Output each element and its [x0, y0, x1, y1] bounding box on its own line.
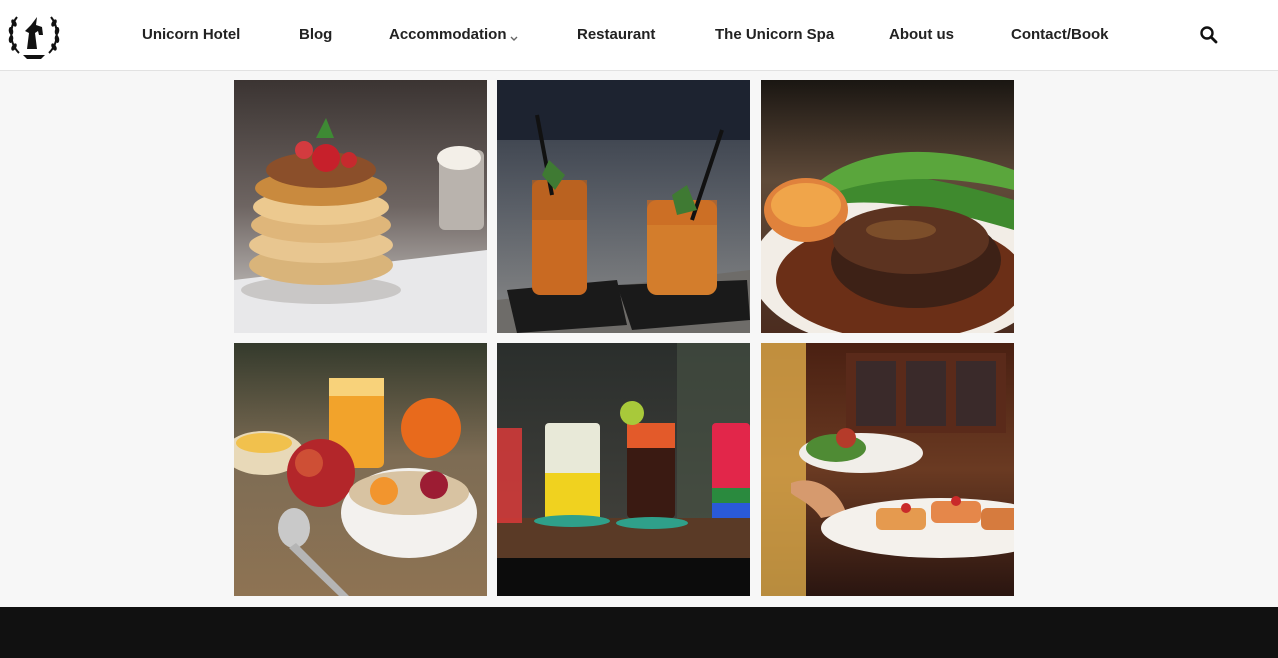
nav-label: Unicorn Hotel	[142, 26, 241, 43]
nav-blog[interactable]: Blog	[299, 26, 332, 44]
gallery-photo-pancakes[interactable]	[234, 80, 487, 333]
nav-about-us[interactable]: About us	[889, 26, 954, 44]
nav-unicorn-hotel[interactable]: Unicorn Hotel	[142, 26, 240, 44]
nav-label: Restaurant	[577, 26, 656, 43]
nav-label: Contact/Book	[1011, 26, 1109, 43]
gallery-photo-colorful-drinks[interactable]	[497, 343, 750, 596]
nav-label: The Unicorn Spa	[715, 26, 835, 43]
search-icon[interactable]	[1199, 25, 1219, 45]
gallery-photo-cocktails[interactable]	[497, 80, 750, 333]
nav-restaurant[interactable]: Restaurant	[577, 26, 655, 44]
nav-label: Blog	[299, 26, 333, 43]
gallery-photo-restaurant-plates[interactable]	[761, 343, 1014, 596]
nav-the-unicorn-spa[interactable]: The Unicorn Spa	[715, 26, 834, 44]
nav-accommodation[interactable]: Accommodation	[389, 26, 519, 44]
nav-label: About us	[889, 26, 954, 43]
chevron-down-icon	[509, 30, 519, 42]
site-header: Unicorn Hotel Blog Accommodation Restaur…	[0, 0, 1278, 71]
site-footer	[0, 607, 1278, 658]
gallery-photo-steak[interactable]	[761, 80, 1014, 333]
nav-label: Accommodation	[389, 26, 507, 43]
unicorn-logo-icon[interactable]	[5, 5, 63, 63]
nav-contact-book[interactable]: Contact/Book	[1011, 26, 1109, 44]
gallery-photo-breakfast[interactable]	[234, 343, 487, 596]
